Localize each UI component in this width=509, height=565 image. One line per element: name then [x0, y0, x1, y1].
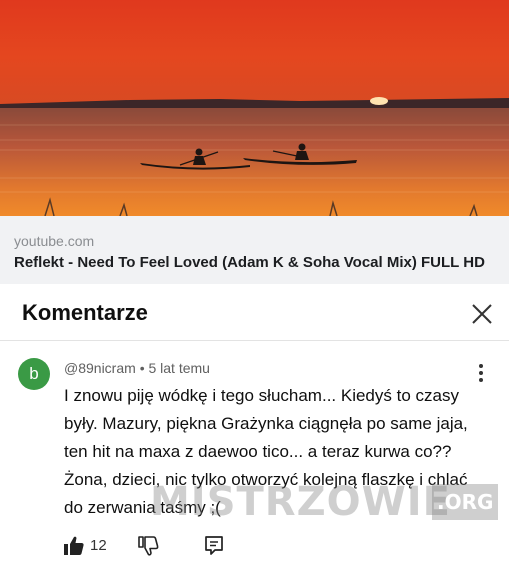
close-icon — [472, 304, 492, 324]
kebab-menu-icon — [479, 364, 483, 382]
comments-title: Komentarze — [22, 300, 148, 325]
comment-author[interactable]: @89nicram — [64, 360, 136, 376]
link-preview-card[interactable]: youtube.com Reflekt - Need To Feel Loved… — [0, 216, 509, 284]
avatar[interactable]: b — [18, 358, 50, 390]
watermark-suffix: .ORG — [432, 484, 499, 520]
meta-separator: • — [139, 360, 145, 376]
like-count: 12 — [90, 537, 107, 554]
reply-button[interactable] — [202, 534, 226, 558]
reply-icon — [205, 536, 223, 555]
like-button[interactable] — [62, 534, 86, 558]
thumbs-down-icon — [138, 536, 159, 556]
comment-meta: @89nicram • 5 lat temu — [64, 360, 210, 376]
thumbs-up-icon — [64, 536, 84, 555]
watermark: MISTRZOWIE .ORG — [150, 478, 499, 526]
sunset-lake-image — [0, 0, 509, 216]
comment-menu-button[interactable] — [474, 362, 488, 384]
comment-time: 5 lat temu — [148, 360, 210, 376]
comments-header: Komentarze — [0, 284, 509, 339]
link-domain: youtube.com — [14, 233, 95, 249]
link-title[interactable]: Reflekt - Need To Feel Loved (Adam K & S… — [14, 254, 506, 271]
video-thumbnail[interactable] — [0, 0, 509, 216]
watermark-text: MISTRZOWIE — [150, 479, 451, 525]
header-divider — [0, 340, 509, 341]
dislike-button[interactable] — [136, 534, 160, 558]
close-button[interactable] — [468, 300, 496, 328]
